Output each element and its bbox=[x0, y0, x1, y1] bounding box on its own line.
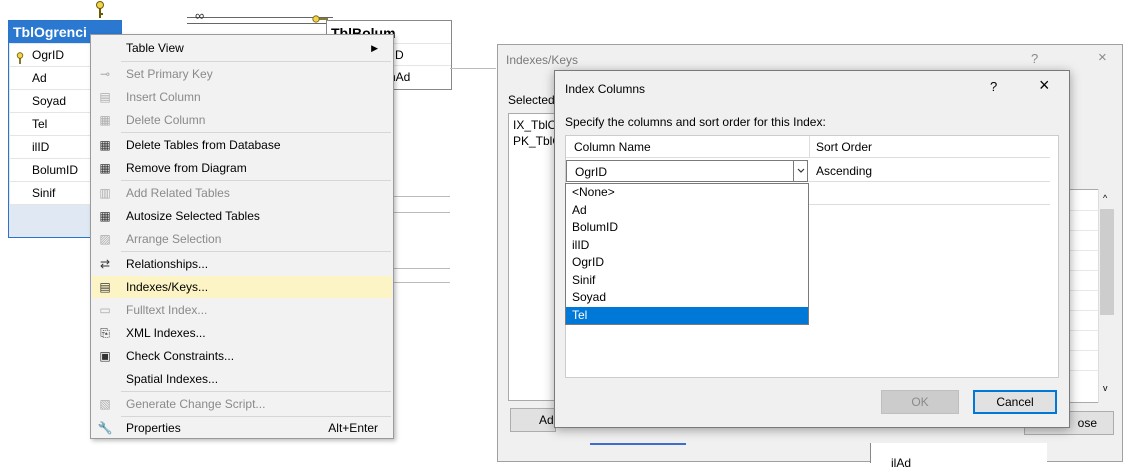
divider bbox=[394, 196, 450, 197]
dropdown-option[interactable]: OgrID bbox=[566, 254, 808, 272]
menu-item-fulltext-index[interactable]: ▭ Fulltext Index... bbox=[92, 299, 392, 321]
infinity-icon: ∞ bbox=[195, 8, 205, 23]
selected-label: Selected bbox=[508, 93, 555, 107]
submenu-arrow-icon: ▶ bbox=[371, 43, 378, 53]
dialog-description: Specify the columns and sort order for t… bbox=[565, 115, 826, 129]
remove-table-icon: ▦ bbox=[99, 161, 111, 175]
column-name-header: Column Name bbox=[566, 136, 810, 158]
dialog-title: Index Columns bbox=[565, 82, 646, 96]
dropdown-option-selected[interactable]: Tel bbox=[566, 306, 808, 324]
column-name-combobox[interactable]: OgrID bbox=[566, 160, 808, 182]
menu-item-autosize[interactable]: ▦ Autosize Selected Tables bbox=[92, 205, 392, 227]
sort-order-cell[interactable]: Ascending bbox=[816, 164, 872, 178]
column-dropdown-list[interactable]: <None> Ad BolumID ilID OgrID Sinif Soyad… bbox=[565, 183, 809, 325]
scroll-down-icon[interactable]: v bbox=[1103, 383, 1108, 393]
list-item[interactable]: IX_TblO bbox=[513, 118, 557, 132]
delete-table-icon: ▦ bbox=[99, 138, 111, 152]
fulltext-icon: ▭ bbox=[99, 303, 111, 317]
divider bbox=[394, 268, 450, 269]
scrollbar-thumb[interactable] bbox=[1100, 209, 1114, 315]
menu-item-delete-column[interactable]: ▦ Delete Column bbox=[92, 109, 392, 131]
help-button[interactable]: ? bbox=[1031, 51, 1038, 66]
index-list[interactable]: IX_TblO PK_TblO bbox=[508, 113, 562, 401]
close-icon[interactable]: × bbox=[1039, 75, 1050, 96]
column-name: BolumID bbox=[32, 163, 79, 177]
key-icon bbox=[94, 0, 106, 22]
arrange-icon: ▨ bbox=[99, 232, 111, 246]
divider bbox=[394, 282, 450, 283]
relationships-icon: ⇄ bbox=[99, 257, 111, 271]
dropdown-option[interactable]: <None> bbox=[566, 184, 808, 202]
key-icon: ⊸ bbox=[99, 67, 111, 81]
dropdown-option[interactable]: ilID bbox=[566, 237, 808, 255]
column-name: ilID bbox=[32, 140, 50, 154]
divider bbox=[450, 68, 496, 69]
cancel-button[interactable]: Cancel bbox=[973, 390, 1057, 414]
menu-item-relationships[interactable]: ⇄ Relationships... bbox=[92, 253, 392, 275]
script-icon: ▧ bbox=[99, 397, 111, 411]
menu-item-remove-from-diagram[interactable]: ▦ Remove from Diagram bbox=[92, 157, 392, 179]
shortcut-text: Alt+Enter bbox=[328, 421, 378, 435]
dialog-title: Indexes/Keys bbox=[506, 53, 579, 67]
context-menu: Table View ▶ ⊸ Set Primary Key ▤ Insert … bbox=[90, 34, 394, 439]
index-columns-dialog: Index Columns ? × Specify the columns an… bbox=[554, 70, 1070, 428]
column-name: OgrID bbox=[32, 48, 65, 62]
dropdown-option[interactable]: BolumID bbox=[566, 219, 808, 237]
dropdown-option[interactable]: Soyad bbox=[566, 289, 808, 307]
grid-cell: ilAd bbox=[891, 456, 912, 470]
check-constraint-icon: ▣ bbox=[99, 349, 111, 363]
dropdown-option[interactable]: Sinif bbox=[566, 272, 808, 290]
chevron-down-icon[interactable] bbox=[793, 161, 808, 181]
close-icon[interactable]: × bbox=[1098, 49, 1107, 66]
menu-item-delete-tables[interactable]: ▦ Delete Tables from Database bbox=[92, 134, 392, 156]
dropdown-option[interactable]: Ad bbox=[566, 202, 808, 220]
help-button[interactable]: ? bbox=[990, 79, 997, 94]
related-tables-icon: ▥ bbox=[99, 186, 111, 200]
sort-order-header: Sort Order bbox=[810, 136, 1050, 158]
autosize-icon: ▦ bbox=[99, 209, 111, 223]
delete-column-icon: ▦ bbox=[99, 113, 111, 127]
menu-item-indexes-keys[interactable]: ▤ Indexes/Keys... bbox=[92, 276, 392, 298]
menu-item-xml-indexes[interactable]: ⎘ XML Indexes... bbox=[92, 322, 392, 344]
column-name: Soyad bbox=[32, 94, 67, 108]
menu-item-check-constraints[interactable]: ▣ Check Constraints... bbox=[92, 345, 392, 367]
column-name: Tel bbox=[32, 117, 48, 131]
primary-key-icon bbox=[14, 49, 26, 64]
insert-column-icon: ▤ bbox=[99, 90, 111, 104]
menu-item-generate-change-script[interactable]: ▧ Generate Change Script... bbox=[92, 393, 392, 415]
menu-item-properties[interactable]: 🔧 Properties Alt+Enter bbox=[92, 417, 392, 439]
divider bbox=[394, 212, 450, 213]
column-name: Sinif bbox=[32, 186, 56, 200]
ok-button[interactable]: OK bbox=[881, 390, 959, 414]
indexes-icon: ▤ bbox=[99, 280, 111, 294]
menu-item-insert-column[interactable]: ▤ Insert Column bbox=[92, 86, 392, 108]
menu-item-arrange-selection[interactable]: ▨ Arrange Selection bbox=[92, 228, 392, 250]
xml-icon: ⎘ bbox=[100, 326, 110, 340]
menu-item-table-view[interactable]: Table View ▶ bbox=[92, 37, 392, 59]
wrench-icon: 🔧 bbox=[97, 421, 113, 435]
scroll-up-icon[interactable]: ^ bbox=[1103, 193, 1107, 203]
menu-item-set-primary-key[interactable]: ⊸ Set Primary Key bbox=[92, 63, 392, 85]
focus-underline bbox=[590, 443, 686, 445]
add-button[interactable]: Ad bbox=[510, 408, 556, 432]
menu-item-add-related-tables[interactable]: ▥ Add Related Tables bbox=[92, 182, 392, 204]
menu-item-spatial-indexes[interactable]: Spatial Indexes... bbox=[92, 368, 392, 390]
combobox-value: OgrID bbox=[575, 165, 608, 179]
column-name: Ad bbox=[32, 71, 47, 85]
